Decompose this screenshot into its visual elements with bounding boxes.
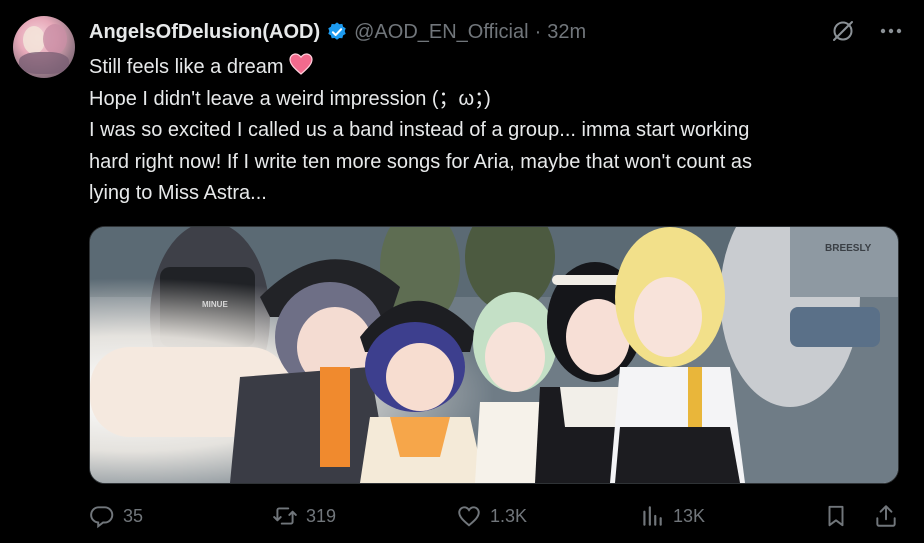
- heart-emoji-icon: [288, 53, 313, 75]
- like-count: 1.3K: [490, 505, 528, 526]
- like-button[interactable]: 1.3K: [456, 500, 527, 532]
- handle[interactable]: @AOD_EN_Official: [354, 21, 528, 44]
- tweet-line: Still feels like a dream: [89, 52, 899, 84]
- reply-button[interactable]: 35: [89, 500, 143, 532]
- strap-text: MINUE: [202, 300, 228, 309]
- display-name[interactable]: AngelsOfDelusion(AOD): [89, 21, 320, 44]
- reply-count: 35: [123, 505, 144, 526]
- repost-count: 319: [306, 505, 337, 526]
- tweet-image[interactable]: BREESLY MINUE: [89, 226, 899, 484]
- grok-icon[interactable]: [830, 18, 856, 44]
- tweet-line: I was so excited I called us a band inst…: [89, 119, 750, 141]
- more-dots-icon[interactable]: [878, 18, 904, 44]
- verified-badge-icon: [328, 22, 346, 40]
- separator-dot: ·: [534, 20, 542, 43]
- bookmark-icon: [828, 505, 844, 527]
- tweet-header: AngelsOfDelusion(AOD) @AOD_EN_Official ·…: [89, 17, 586, 47]
- group-selfie-illustration: BREESLY MINUE: [90, 227, 898, 483]
- repost-icon: [273, 507, 297, 525]
- bookmark-button[interactable]: [823, 500, 849, 532]
- share-button[interactable]: [873, 500, 899, 532]
- tweet-line: hard right now! If I write ten more song…: [89, 150, 753, 173]
- share-icon: [876, 505, 896, 527]
- like-icon: [458, 506, 480, 527]
- reply-icon: [90, 506, 114, 529]
- tweet-text: Still feels like a dream Hope I didn't l…: [89, 52, 899, 210]
- views-button[interactable]: 13K: [639, 500, 705, 532]
- views-count: 13K: [673, 505, 706, 526]
- shirt-text: BREESLY: [825, 243, 872, 254]
- tweet-actions: 35 319 1.3K 13K: [89, 500, 899, 532]
- tweet-line: lying to Miss Astra...: [89, 182, 267, 204]
- repost-button[interactable]: 319: [272, 500, 336, 532]
- timestamp[interactable]: 32m: [547, 21, 586, 44]
- views-icon: [643, 506, 662, 526]
- tweet-line: Hope I didn't leave a weird impression (…: [89, 87, 491, 110]
- avatar[interactable]: [13, 16, 75, 78]
- header-actions: [830, 18, 904, 44]
